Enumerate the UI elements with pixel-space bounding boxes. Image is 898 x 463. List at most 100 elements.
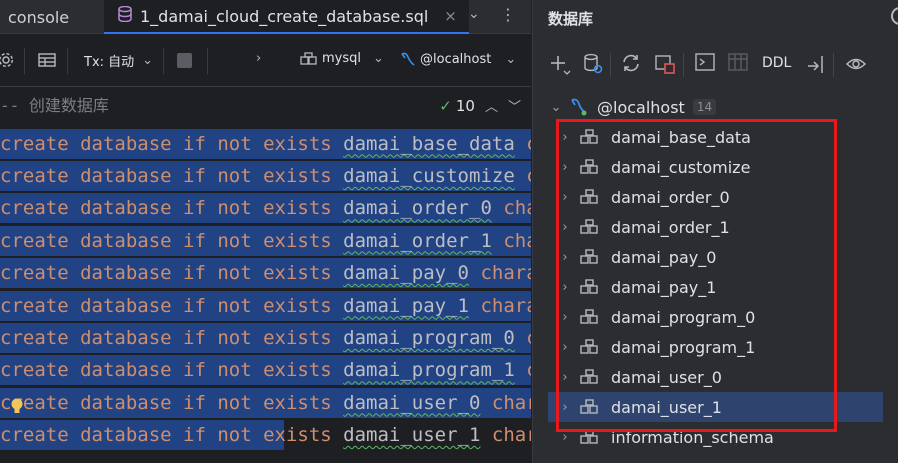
tree-schema-node[interactable]: › damai_customize [548, 152, 838, 182]
tab-console-label: console [8, 7, 70, 27]
chevron-right-icon[interactable]: › [558, 370, 572, 385]
sql-keywords: create database if not exists [0, 326, 344, 349]
chevron-right-icon[interactable]: › [558, 430, 572, 445]
tree-schema-node[interactable]: › damai_user_0 [548, 362, 838, 392]
tree-schema-node[interactable]: › damai_program_1 [548, 332, 838, 362]
tab-sql-file[interactable]: 1_damai_cloud_create_database.sql × [104, 0, 469, 34]
transaction-mode-dropdown[interactable]: Tx: 自动 ⌄ [84, 51, 153, 70]
jump-to-icon[interactable] [804, 53, 826, 79]
chevron-down-icon[interactable]: ⌄ [468, 6, 480, 22]
host-dropdown[interactable]: @localhost ⌄ [400, 51, 516, 67]
chevron-right-icon[interactable]: › [558, 160, 572, 175]
database-identifier: damai_pay_1 [343, 294, 470, 317]
chevron-up-icon[interactable]: ︿ [485, 96, 498, 115]
database-identifier: damai_base_data [343, 132, 515, 155]
database-identifier: damai_pay_0 [343, 262, 470, 285]
editor-toolbar: Tx: 自动 ⌄ › mysql ⌄ @localhost ⌄ [0, 35, 531, 87]
host-label: @localhost [597, 97, 685, 117]
mysql-host-icon [569, 97, 589, 117]
schema-label: damai_order_1 [611, 217, 730, 237]
inspection-count: 10 [455, 96, 475, 115]
panel-title: 数据库 [548, 10, 594, 28]
sql-keywords: create database if not exists [0, 424, 344, 447]
more-options-icon[interactable]: ⋮ [500, 5, 516, 24]
database-identifier: damai_program_0 [343, 326, 515, 349]
code-area[interactable]: -- 创建数据库 ✓ 10 ︿ ﹀ create database if not… [0, 88, 531, 463]
tree-schema-node[interactable]: › information_schema [548, 422, 838, 452]
sql-keywords: create database if not exists [0, 294, 344, 317]
schema-icon [300, 51, 317, 65]
schema-label: information_schema [611, 427, 774, 447]
code-line: create database if not exists damai_pay_… [0, 257, 531, 289]
sql-keywords-tail: charac [491, 424, 531, 447]
ddl-button[interactable]: DDL [762, 55, 791, 71]
schema-label: damai_order_0 [611, 187, 730, 207]
code-line: create database if not exists damai_prog… [0, 354, 531, 386]
chevron-right-icon[interactable]: › [558, 310, 572, 325]
schema-label: damai_pay_0 [611, 247, 717, 267]
schema-icon [580, 429, 602, 445]
chevron-right-icon[interactable]: › [256, 51, 261, 66]
schema-icon [580, 369, 602, 385]
view-options-icon[interactable] [845, 53, 867, 79]
sql-keywords-tail: charac [491, 391, 531, 414]
chevron-right-icon[interactable]: › [558, 250, 572, 265]
chevron-right-icon[interactable]: › [558, 280, 572, 295]
chevron-down-icon[interactable]: ﹀ [508, 96, 521, 115]
tab-console[interactable]: console [8, 0, 69, 34]
chevron-right-icon[interactable]: › [558, 340, 572, 355]
chevron-right-icon[interactable]: › [558, 190, 572, 205]
database-identifier: damai_order_0 [343, 197, 492, 220]
sql-keywords-tail: charact [480, 294, 531, 317]
tree-schema-node[interactable]: › damai_pay_0 [548, 242, 838, 272]
tree-schema-node[interactable]: › damai_order_0 [548, 182, 838, 212]
tree-schema-node[interactable]: › damai_order_1 [548, 212, 838, 242]
sql-keywords-tail: charact [480, 262, 531, 285]
code-line: create database if not exists damai_cust… [0, 160, 531, 192]
lightbulb-icon[interactable] [10, 393, 24, 413]
chevron-right-icon[interactable]: › [558, 130, 572, 145]
refresh-icon[interactable] [621, 53, 641, 77]
chevron-right-icon[interactable]: › [558, 220, 572, 235]
inspection-widget[interactable]: ✓ 10 ︿ ﹀ [439, 96, 521, 116]
panel-options-icon[interactable] [891, 7, 898, 25]
database-identifier: damai_order_1 [343, 229, 492, 252]
chevron-down-icon: ⌄ [505, 51, 517, 67]
datasource-properties-icon[interactable] [582, 53, 604, 79]
console-icon[interactable] [695, 53, 715, 75]
disconnect-icon[interactable] [654, 53, 676, 79]
tree-schema-node[interactable]: › damai_user_1 [548, 392, 883, 422]
schema-icon [580, 129, 602, 145]
chevron-right-icon[interactable]: › [558, 400, 572, 415]
chevron-down-icon: ⌄ [142, 53, 154, 68]
sql-keywords: create database if not exists [0, 164, 344, 187]
table-view-icon[interactable] [38, 53, 56, 67]
datasource-dropdown[interactable]: mysql ⌄ [300, 51, 384, 66]
sql-keywords: create database if not exists [0, 359, 344, 382]
comment-text: -- 创建数据库 [0, 96, 109, 115]
tree-schema-node[interactable]: › damai_base_data [548, 122, 838, 152]
code-line: create database if not exists damai_orde… [0, 192, 531, 224]
add-icon[interactable] [549, 53, 571, 79]
tree-schema-node[interactable]: › damai_pay_1 [548, 272, 838, 302]
schema-icon [580, 219, 602, 235]
code-line: create database if not exists damai_orde… [0, 225, 531, 257]
close-tab-icon[interactable]: × [444, 7, 457, 25]
sql-keywords: create database if not exists [0, 262, 344, 285]
tree-host-node[interactable]: ⌄ @localhost 14 [533, 92, 898, 122]
schema-icon [580, 399, 602, 415]
schema-icon [580, 159, 602, 175]
table-editor-icon[interactable] [728, 53, 748, 75]
chevron-down-icon[interactable]: ⌄ [549, 100, 563, 115]
database-panel: 数据库 DDL ⌄ @localhost 14 › damai_base_dat… [532, 0, 898, 463]
stop-icon[interactable] [177, 53, 192, 68]
sql-keywords: create database if not exists [0, 197, 344, 220]
host-label: @localhost [420, 51, 492, 67]
code-line: create database if not exists damai_base… [0, 128, 531, 160]
database-identifier: damai_program_1 [343, 359, 515, 382]
sql-keywords-tail: charac [515, 165, 531, 187]
tree-schema-node[interactable]: › damai_program_0 [548, 302, 838, 332]
schema-label: damai_program_1 [611, 337, 756, 357]
schema-icon [580, 339, 602, 355]
settings-gear-icon[interactable] [0, 52, 14, 68]
